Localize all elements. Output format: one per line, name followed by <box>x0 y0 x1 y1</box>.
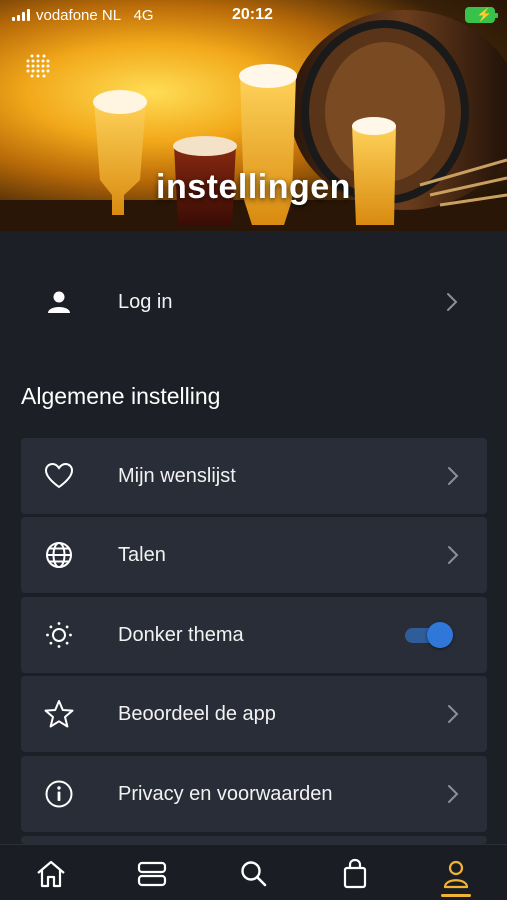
status-bar: vodafone NL 4G 20:12 ⚡ <box>0 0 507 32</box>
user-icon <box>42 285 76 319</box>
chevron-right-icon <box>447 293 458 311</box>
toggle-knob <box>427 622 453 648</box>
dark-theme-toggle[interactable] <box>403 622 453 648</box>
search-icon[interactable] <box>236 857 272 891</box>
settings-item-rate-app[interactable]: Beoordeel de app <box>21 676 487 752</box>
settings-item-label: Talen <box>118 543 166 566</box>
settings-item-privacy[interactable]: Privacy en voorwaarden <box>21 756 487 832</box>
page-title: instellingen <box>156 168 351 206</box>
chevron-right-icon <box>448 785 459 803</box>
settings-item-label: Donker thema <box>118 623 244 646</box>
globe-icon <box>42 538 76 572</box>
settings-item-label: Beoordeel de app <box>118 702 276 725</box>
section-title: Algemene instelling <box>21 383 221 409</box>
bottom-nav <box>0 844 507 900</box>
bag-icon[interactable] <box>337 857 373 891</box>
login-row[interactable]: Log in <box>0 262 507 342</box>
login-label: Log in <box>118 290 173 313</box>
settings-item-languages[interactable]: Talen <box>21 517 487 593</box>
chevron-right-icon <box>448 467 459 485</box>
categories-icon[interactable] <box>134 857 170 891</box>
chevron-right-icon <box>448 705 459 723</box>
active-tab-indicator <box>441 894 471 897</box>
settings-item-wishlist[interactable]: Mijn wenslijst <box>21 438 487 514</box>
star-icon <box>42 697 76 731</box>
settings-item-label: Privacy en voorwaarden <box>118 782 333 805</box>
header-banner: vodafone NL 4G 20:12 ⚡ instellingen <box>0 0 507 231</box>
heart-icon <box>42 459 76 493</box>
carrier-label: vodafone NL 4G <box>36 7 154 24</box>
clock: 20:12 <box>232 6 273 23</box>
sun-icon <box>42 618 76 652</box>
chevron-right-icon <box>448 546 459 564</box>
settings-item-partial <box>21 836 487 844</box>
settings-item-label: Mijn wenslijst <box>118 464 236 487</box>
profile-icon[interactable] <box>438 857 474 891</box>
info-icon <box>42 777 76 811</box>
battery-charging-icon: ⚡ <box>465 7 498 23</box>
home-icon[interactable] <box>33 857 69 891</box>
settings-item-dark-theme[interactable]: Donker thema <box>21 597 487 673</box>
signal-icon <box>12 9 30 21</box>
